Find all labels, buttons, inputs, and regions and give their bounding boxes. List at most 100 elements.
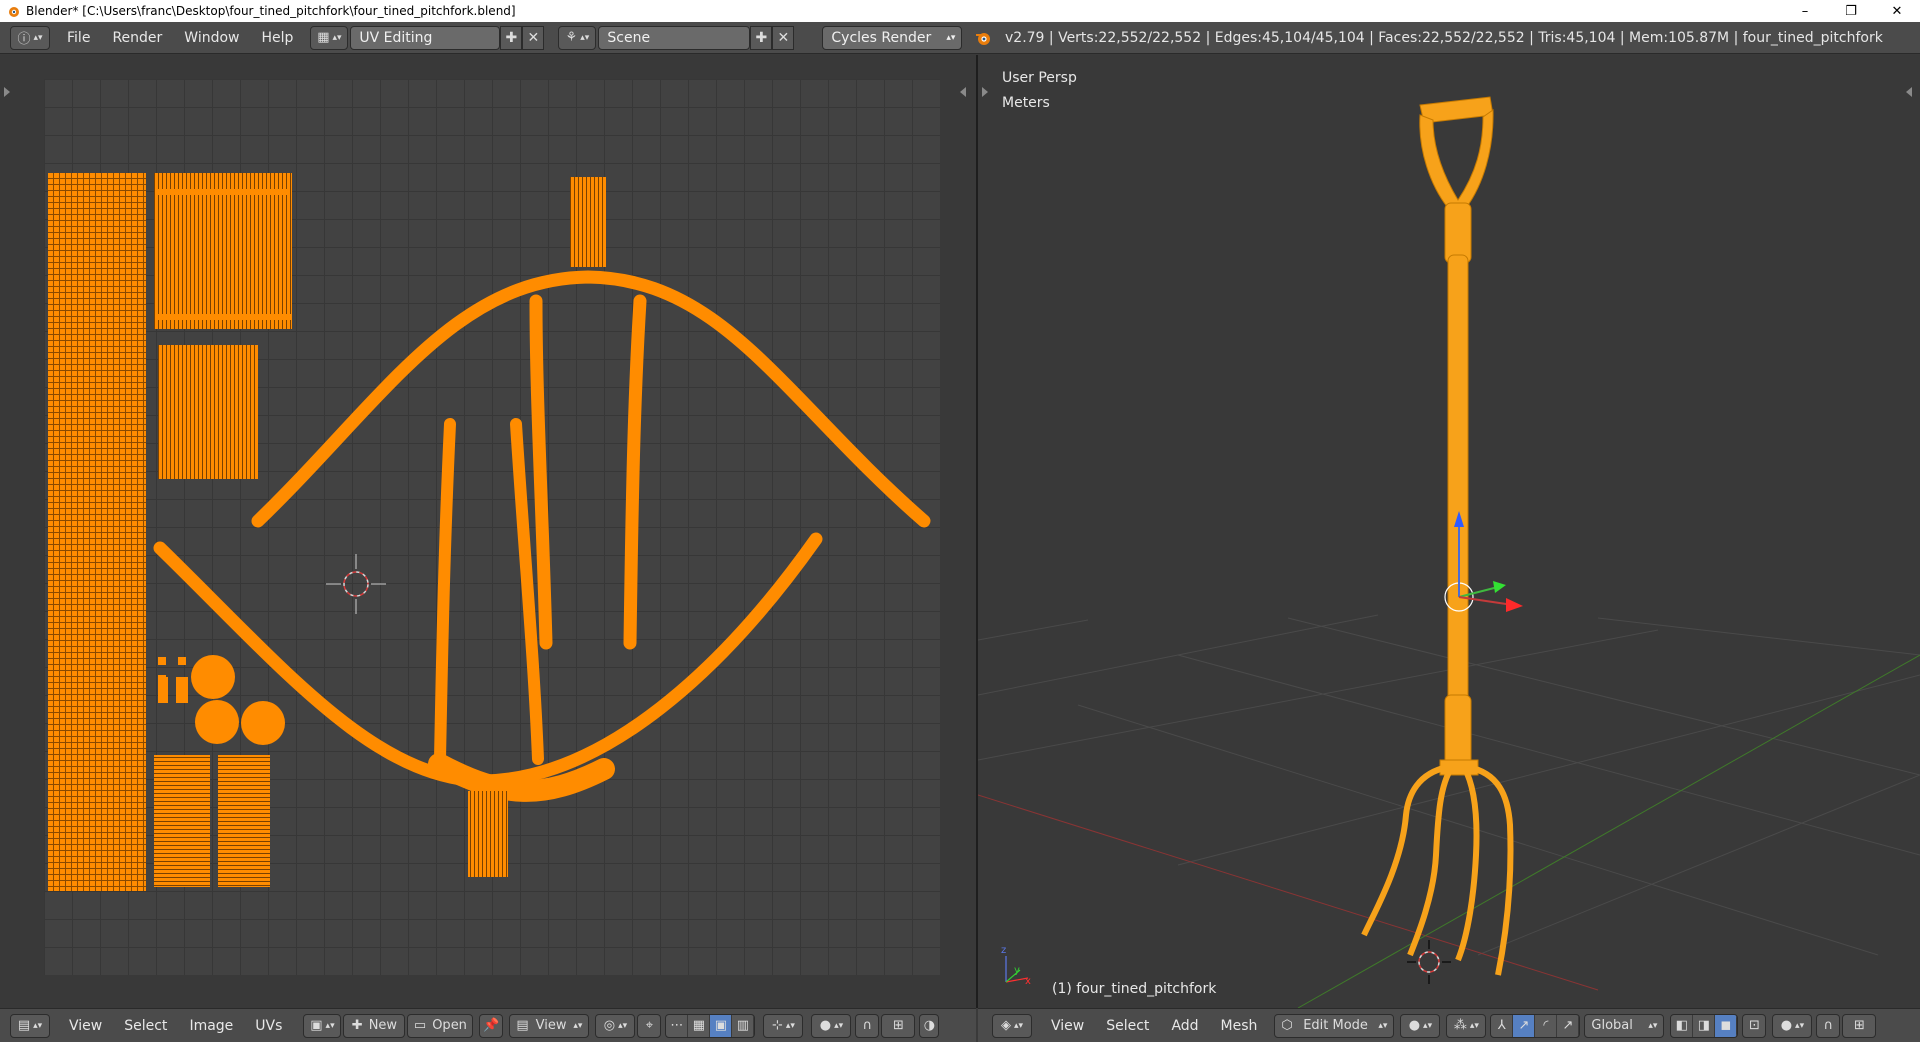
uv-sync-dropdown[interactable]: ⊹ ▴▾ [763,1013,804,1038]
remove-screen-button[interactable]: ✕ [522,25,545,50]
proportional-3d-dropdown[interactable]: ● ▴▾ [1772,1013,1813,1038]
face-mode-icon[interactable]: ◼ [1715,1014,1738,1037]
vp-menu-add[interactable]: Add [1160,1014,1209,1038]
island-select-icon[interactable]: ▥ [732,1014,755,1037]
add-screen-button[interactable]: ✚ [500,25,523,50]
minimize-button[interactable]: – [1782,0,1828,22]
editor-type-info-button[interactable]: ⓘ ▴▾ [10,25,50,50]
pivot-icon: ⁂ [1453,1018,1467,1033]
2d-cursor-icon[interactable] [326,554,386,614]
close-button[interactable]: ✕ [1874,0,1920,22]
viewport-header: ◈ ▴▾ View Select Add Mesh ⬡ Edit Mode ▴▾ … [978,1008,1920,1042]
open-image-button[interactable]: ▭ Open [407,1013,474,1038]
menu-render[interactable]: Render [101,26,173,50]
updown-arrow-icon: ▴▾ [834,1020,844,1031]
limit-selection-button[interactable]: ⊡ [1742,1013,1767,1038]
new-image-button[interactable]: ✚ New [343,1013,406,1038]
3d-viewport[interactable]: User Persp Meters z y x (1) four_tined_p… [978,55,1920,1008]
uv-island-fork-upper[interactable] [251,177,931,765]
edge-mode-icon[interactable]: ◨ [1693,1014,1716,1037]
screen-layout-browse-button[interactable]: ▦ ▴▾ [310,25,349,50]
menu-help[interactable]: Help [250,26,304,50]
face-select-icon[interactable]: ▣ [710,1014,733,1037]
remove-scene-button[interactable]: ✕ [772,25,795,50]
uv-menu-uvs[interactable]: UVs [244,1014,293,1038]
view-mode-icon: ▤ [516,1018,529,1033]
transform-orientation-dropdown[interactable]: Global ▴▾ [1584,1013,1665,1038]
scene-field[interactable]: Scene [598,25,751,50]
scale-manipulator-icon[interactable]: ↗ [1557,1014,1580,1037]
viewport-shading-dropdown[interactable]: ● ▴▾ [1400,1013,1441,1038]
pin-icon: 📌 [483,1018,500,1033]
uv-island-small-a[interactable] [154,755,210,887]
render-engine-dropdown[interactable]: Cycles Render ▴▾ [822,25,963,50]
snap-toggle-button[interactable]: ∩ [855,1013,880,1038]
layout-grid-icon: ▦ [317,30,330,45]
scene-statistics: v2.79 | Verts:22,552/22,552 | Edges:45,1… [1005,30,1883,46]
updown-arrow-icon: ▴▾ [1795,1020,1805,1031]
translate-manipulator-icon[interactable]: ↗ [1513,1014,1536,1037]
magnet-icon: ∩ [862,1018,873,1033]
pitchfork-mesh[interactable] [1361,96,1514,976]
image-browse-button[interactable]: ▣ ▴▾ [303,1013,342,1038]
uv-island-ferrule[interactable] [158,345,258,479]
vp-menu-view[interactable]: View [1040,1014,1095,1038]
cursor-pointer-icon: ⌖ [645,1018,654,1033]
pivot-icon: ◎ [603,1018,616,1033]
uv-overflow-button[interactable]: ◑ [919,1013,940,1038]
editor-type-uv-button[interactable]: ▤ ▴▾ [10,1013,50,1038]
properties-expand-arrow-icon[interactable] [960,87,966,97]
screen-layout-field[interactable]: UV Editing [350,25,501,50]
snap-element-dropdown[interactable]: ⊞ [881,1013,916,1038]
toolbar-expand-arrow-icon[interactable] [4,87,10,97]
edge-select-icon[interactable]: ▦ [688,1014,711,1037]
pivot-point-3d-dropdown[interactable]: ⁂ ▴▾ [1446,1013,1487,1038]
info-header: ⓘ ▴▾ File Render Window Help ▦ ▴▾ UV Editi… [0,22,1920,54]
scene-icon: ⚘ [565,30,578,45]
snap-3d-toggle-button[interactable]: ∩ [1816,1013,1841,1038]
sticky-selection-button[interactable]: ⌖ [637,1013,662,1038]
uv-island-grip[interactable] [154,173,292,329]
uv-menu-image[interactable]: Image [178,1014,244,1038]
svg-text:y: y [1014,965,1020,976]
uv-image-editor[interactable] [0,55,976,1008]
circle-icon: ◑ [923,1018,936,1033]
uv-island-handle-shaft[interactable] [48,173,146,891]
pin-image-button[interactable]: 📌 [479,1013,504,1038]
x-icon: ✕ [527,29,540,46]
manipulator-toggle-icon[interactable]: ⅄ [1491,1014,1514,1037]
vertex-mode-icon[interactable]: ◧ [1671,1014,1694,1037]
vertex-select-icon[interactable]: ⋯ [666,1014,689,1037]
uv-island-disc[interactable] [191,655,235,699]
uv-menu-select[interactable]: Select [113,1014,178,1038]
snap-icon: ⊹ [771,1018,783,1033]
svg-text:z: z [1001,945,1006,956]
menu-file[interactable]: File [56,26,101,50]
plus-icon: ✚ [351,1018,363,1033]
interaction-mode-label: Edit Mode [1303,1018,1368,1033]
vp-menu-select[interactable]: Select [1095,1014,1160,1038]
add-scene-button[interactable]: ✚ [750,25,773,50]
snap-3d-element-dropdown[interactable]: ⊞ [1842,1013,1877,1038]
restore-button[interactable]: ❐ [1828,0,1874,22]
pivot-point-dropdown[interactable]: ◎ ▴▾ [595,1013,636,1038]
uv-select-mode-group: ⋯ ▦ ▣ ▥ [665,1013,756,1038]
proportional-edit-dropdown[interactable]: ● ▴▾ [811,1013,852,1038]
view-mode-label: View [535,1018,567,1033]
scene-browse-button[interactable]: ⚘ ▴▾ [558,25,597,50]
uv-island-small-b[interactable] [218,755,270,887]
uv-editor-menu: View Select Image UVs [58,1014,293,1038]
editor-type-3d-button[interactable]: ◈ ▴▾ [992,1013,1032,1038]
new-image-label: New [368,1018,398,1033]
uv-menu-view[interactable]: View [58,1014,113,1038]
window-title: Blender* [C:\Users\franc\Desktop\four_ti… [26,4,516,18]
vp-menu-mesh[interactable]: Mesh [1210,1014,1269,1038]
updown-arrow-icon: ▴▾ [1013,1020,1024,1031]
uv-canvas[interactable] [44,79,940,975]
updown-arrow-icon: ▴▾ [785,1020,795,1031]
rotate-manipulator-icon[interactable]: ◜ [1535,1014,1558,1037]
y-axis-line [1297,654,1920,1008]
menu-window[interactable]: Window [173,26,250,50]
editor-mode-dropdown[interactable]: ▤ View ▴▾ [509,1013,590,1038]
interaction-mode-dropdown[interactable]: ⬡ Edit Mode ▴▾ [1274,1013,1395,1038]
